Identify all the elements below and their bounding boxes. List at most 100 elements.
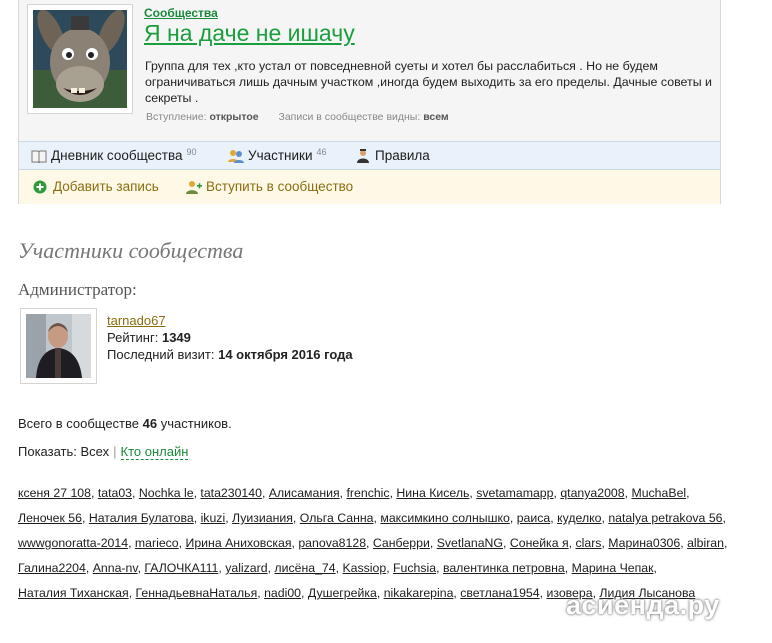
member-link[interactable]: Fuchsia — [393, 561, 436, 575]
member-link[interactable]: Алисамания — [269, 486, 340, 500]
member-link[interactable]: Санберри — [373, 536, 430, 550]
member-item: frenchic, — [346, 486, 393, 500]
member-link[interactable]: frenchic — [347, 486, 390, 500]
member-link[interactable]: nikakarepina — [384, 586, 454, 600]
member-item: albiran, — [687, 536, 728, 550]
member-link[interactable]: валентинка петровна — [443, 561, 565, 575]
member-item: Ольга Санна, — [299, 511, 377, 525]
member-link[interactable]: Anna-nv — [93, 561, 138, 575]
nav-members-link[interactable]: Участники — [248, 148, 313, 163]
community-meta: Вступление: открытое Записи в сообществе… — [146, 111, 449, 123]
nav-diary-count: 90 — [186, 146, 197, 157]
member-link[interactable]: ксеня 27 108 — [18, 486, 91, 500]
member-item: natalya petrakova 56, — [608, 511, 726, 525]
member-item: Леночек 56, — [18, 511, 86, 525]
admin-rating-value: 1349 — [161, 330, 191, 345]
member-link[interactable]: ikuzi — [201, 511, 226, 525]
member-link[interactable]: wwwgonoratta-2014 — [18, 536, 128, 550]
member-item: Наталия Тиханская, — [18, 586, 133, 600]
admin-info: tarnado67 Рейтинг: 1349 Последний визит:… — [107, 312, 353, 363]
filter-online-link[interactable]: Кто онлайн — [120, 444, 189, 460]
nav-diary-link[interactable]: Дневник сообщества — [51, 148, 183, 163]
member-link[interactable]: Ирина Аниховская — [186, 536, 292, 550]
member-link[interactable]: marieco — [135, 536, 179, 550]
total-prefix: Всего в сообществе — [18, 416, 139, 431]
member-link[interactable]: Kassiop — [342, 561, 386, 575]
filter-all[interactable]: Всех — [81, 444, 110, 459]
member-link[interactable]: Галина2204 — [18, 561, 86, 575]
member-link[interactable]: Душегрейка — [308, 586, 377, 600]
member-link[interactable]: Марина0306 — [608, 536, 680, 550]
member-link[interactable]: максимкино солнышко — [380, 511, 509, 525]
member-link[interactable]: Леночек 56 — [18, 511, 82, 525]
admin-visit-value: 14 октября 2016 года — [218, 347, 353, 362]
member-link[interactable]: Nochka le — [139, 486, 194, 500]
member-link[interactable]: panova8128 — [298, 536, 366, 550]
member-item: ГеннадьевнаНаталья, — [135, 586, 261, 600]
add-entry-link[interactable]: Добавить запись — [53, 179, 159, 194]
nav-rules-link[interactable]: Правила — [375, 148, 430, 163]
member-item: tata230140, — [200, 486, 266, 500]
member-link[interactable]: Марина Чепак — [572, 561, 654, 575]
member-item: marieco, — [134, 536, 183, 550]
nav-members[interactable]: Участники 46 — [228, 146, 327, 163]
admin-nick-link[interactable]: tarnado67 — [107, 313, 166, 328]
join-community-button[interactable]: Вступить в сообщество — [186, 179, 353, 194]
member-item: Душегрейка, — [307, 586, 381, 600]
join-community-link[interactable]: Вступить в сообщество — [206, 179, 353, 194]
member-link[interactable]: nadi00 — [264, 586, 301, 600]
member-link[interactable]: MuchaBel — [631, 486, 686, 500]
community-title[interactable]: Я на даче не ишачу — [144, 20, 355, 47]
nav-members-count: 46 — [316, 146, 327, 157]
entry-label: Вступление: — [146, 111, 207, 123]
member-link[interactable]: раиса — [517, 511, 551, 525]
community-avatar[interactable] — [27, 4, 133, 114]
member-link[interactable]: tata230140 — [200, 486, 262, 500]
member-link[interactable]: ГАЛОЧКА111 — [144, 561, 218, 575]
communities-link[interactable]: Сообщества — [144, 6, 218, 20]
member-item: Санберри, — [372, 536, 434, 550]
community-header: Сообщества Я на даче не ишачу Группа для… — [19, 0, 720, 141]
member-item: panova8128, — [298, 536, 370, 550]
member-link[interactable]: SvetlanaNG — [437, 536, 503, 550]
member-link[interactable]: qtanya2008 — [560, 486, 624, 500]
nav-rules[interactable]: Правила — [355, 148, 430, 163]
member-link[interactable]: natalya petrakova 56 — [608, 511, 722, 525]
member-item: Сонейка я, — [509, 536, 573, 550]
member-link[interactable]: Ольга Санна — [300, 511, 374, 525]
member-link[interactable]: светлана1954 — [460, 586, 539, 600]
member-link[interactable]: yalizard — [225, 561, 267, 575]
member-link[interactable]: ГеннадьевнаНаталья — [136, 586, 258, 600]
person-add-icon — [186, 180, 202, 194]
member-item: nikakarepina, — [383, 586, 457, 600]
add-entry-button[interactable]: Добавить запись — [33, 179, 159, 194]
admin-avatar[interactable] — [20, 308, 97, 384]
members-total: Всего в сообществе 46 участников. — [18, 416, 232, 431]
member-item: куделко, — [557, 511, 605, 525]
visibility-value: всем — [423, 111, 449, 123]
member-item: Наталия Булатова, — [88, 511, 198, 525]
total-count: 46 — [142, 416, 158, 431]
community-card: Сообщества Я на даче не ишачу Группа для… — [18, 0, 721, 204]
plus-icon — [33, 180, 47, 193]
member-link[interactable]: albiran — [687, 536, 724, 550]
member-link[interactable]: tata03 — [98, 486, 132, 500]
member-item: Anna-nv, — [92, 561, 141, 575]
member-link[interactable]: куделко — [557, 511, 601, 525]
member-item: wwwgonoratta-2014, — [18, 536, 132, 550]
member-item: Галина2204, — [18, 561, 90, 575]
member-link[interactable]: clars — [575, 536, 601, 550]
filter-label: Показать: — [18, 444, 77, 459]
member-link[interactable]: Наталия Булатова — [89, 511, 194, 525]
member-link[interactable]: svetamamapp — [476, 486, 553, 500]
member-link[interactable]: лисёна_74 — [274, 561, 335, 575]
member-link[interactable]: Сонейка я — [510, 536, 569, 550]
members-heading: Участники сообщества — [18, 238, 244, 263]
member-item: Fuchsia, — [393, 561, 440, 575]
member-link[interactable]: Нина Кисель — [396, 486, 469, 500]
nav-diary[interactable]: Дневник сообщества 90 — [31, 146, 197, 163]
member-item: Луизиания, — [232, 511, 297, 525]
member-link[interactable]: Наталия Тиханская — [18, 586, 129, 600]
member-item: tata03, — [97, 486, 136, 500]
member-link[interactable]: Луизиания — [232, 511, 293, 525]
